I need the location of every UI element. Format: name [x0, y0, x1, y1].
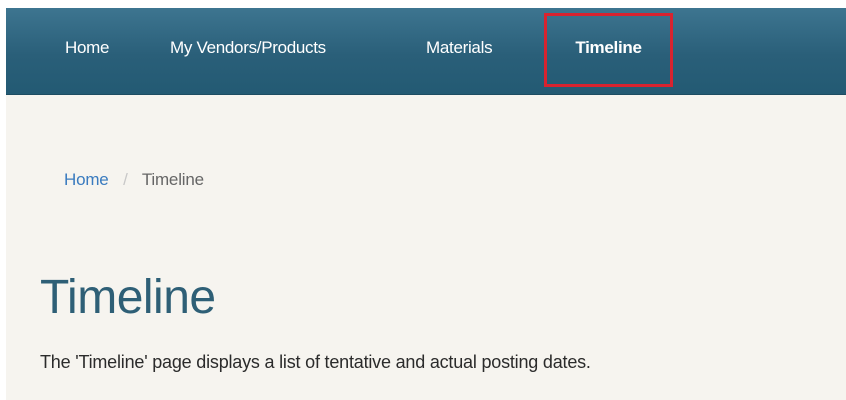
- breadcrumb-current: Timeline: [141, 170, 204, 189]
- page-description: The 'Timeline' page displays a list of t…: [40, 352, 591, 372]
- breadcrumb-separator: /: [123, 170, 128, 189]
- nav-item-my-vendors-products[interactable]: My Vendors/Products: [170, 8, 326, 94]
- page-title: Timeline: [40, 271, 216, 324]
- top-navbar: Home My Vendors/Products Materials Timel…: [6, 8, 846, 95]
- breadcrumb: Home / Timeline: [64, 170, 204, 190]
- page-frame: Home My Vendors/Products Materials Timel…: [6, 8, 846, 400]
- breadcrumb-home-link[interactable]: Home: [64, 170, 109, 189]
- nav-item-materials[interactable]: Materials: [426, 8, 493, 94]
- nav-item-timeline[interactable]: Timeline: [544, 13, 673, 87]
- nav-item-home[interactable]: Home: [65, 8, 109, 94]
